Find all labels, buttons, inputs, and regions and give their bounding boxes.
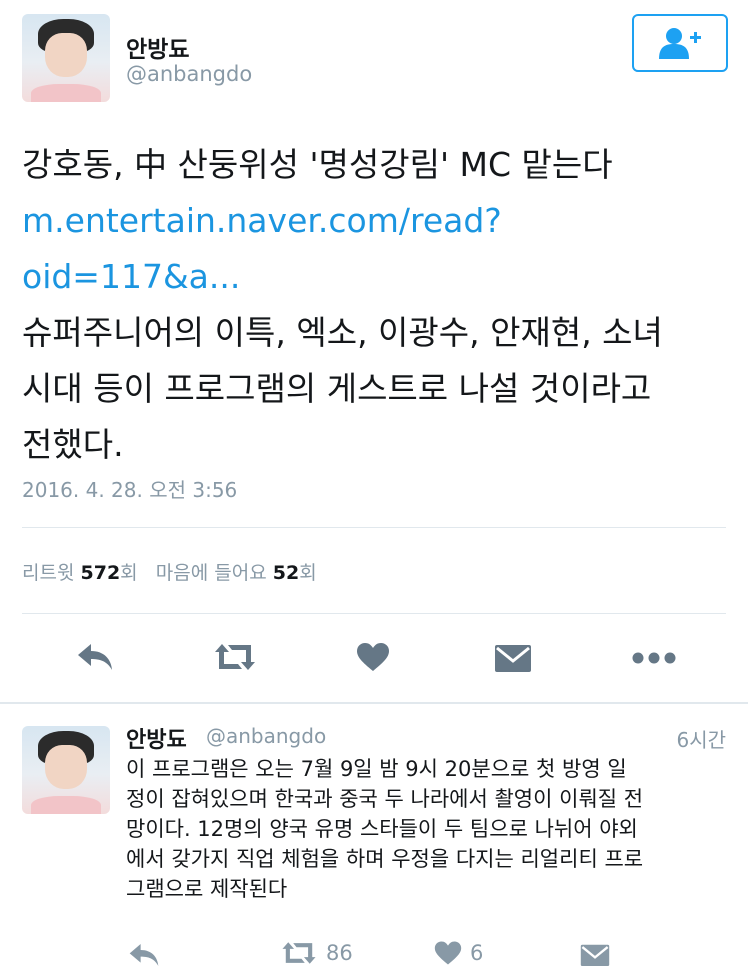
more-button[interactable] xyxy=(632,648,676,668)
tweet-text-line: 슈퍼주니어의 이특, 엑소, 이광수, 안재현, 소녀 xyxy=(22,313,663,352)
tweet-text-line: 강호동, 中 산둥위성 '명성강림' MC 맡는다 xyxy=(22,145,613,184)
section-separator xyxy=(0,702,748,704)
retweet-unit: 회 xyxy=(120,562,138,584)
divider xyxy=(22,613,726,614)
reply-time[interactable]: 6시간 xyxy=(676,724,726,753)
retweet-count[interactable]: 572 xyxy=(81,562,121,584)
tweet-timestamp: 2016. 4. 28. 오전 3:56 xyxy=(22,478,238,502)
heart-icon xyxy=(357,643,389,671)
like-button[interactable] xyxy=(356,642,390,672)
tweet-text-line: 시대 등이 프로그램의 게스트로 나설 것이라고 xyxy=(22,369,652,408)
reply-retweet-button[interactable]: 86 xyxy=(280,940,353,966)
reply-like-count: 6 xyxy=(470,941,484,965)
tweet-text-line: 전했다. xyxy=(22,425,124,464)
message-icon xyxy=(495,645,531,672)
like-label[interactable]: 마음에 들어요 xyxy=(156,562,267,584)
reply-user-handle[interactable]: @anbangdo xyxy=(206,724,326,748)
reply-text-line: 에서 갖가지 직업 체험을 하며 우정을 다지는 리얼리티 프로 xyxy=(126,847,644,871)
retweet-label[interactable]: 리트윗 xyxy=(22,562,74,584)
avatar[interactable] xyxy=(22,726,110,814)
reply-icon xyxy=(129,944,159,966)
retweet-icon xyxy=(282,942,316,964)
reply-text-line: 이 프로그램은 오는 7월 9일 밤 9시 20분으로 첫 방영 일 xyxy=(126,757,627,781)
message-button[interactable] xyxy=(494,642,532,674)
reply-icon xyxy=(78,644,112,670)
divider xyxy=(22,527,726,528)
tweet-text: 강호동, 中 산둥위성 '명성강림' MC 맡는다 m.entertain.na… xyxy=(22,137,722,473)
reply-text-line: 정이 잡혀있으며 한국과 중국 두 나라에서 촬영이 이뤄질 전 xyxy=(126,787,644,811)
reply-button[interactable] xyxy=(76,642,114,672)
reply-display-name[interactable]: 안방됴 xyxy=(126,722,187,754)
user-handle[interactable]: @anbangdo xyxy=(126,62,252,86)
more-icon xyxy=(632,652,676,664)
retweet-icon xyxy=(215,644,255,670)
tweet-stats: 리트윗 572회 마음에 들어요 52회 xyxy=(22,558,317,585)
follow-button[interactable] xyxy=(632,14,728,72)
tweet-link[interactable]: m.entertain.naver.com/read? xyxy=(22,193,722,249)
like-count[interactable]: 52 xyxy=(273,562,299,584)
add-user-icon xyxy=(659,28,701,59)
tweet-link[interactable]: oid=117&a... xyxy=(22,249,722,305)
reply-text-line: 그램으로 제작된다 xyxy=(126,877,288,901)
reply-message-button[interactable] xyxy=(580,942,610,968)
display-name[interactable]: 안방됴 xyxy=(126,30,189,64)
reply-reply-button[interactable] xyxy=(128,942,160,968)
retweet-button[interactable] xyxy=(212,642,258,672)
like-unit: 회 xyxy=(299,562,317,584)
reply-retweet-count: 86 xyxy=(326,941,353,965)
reply-like-button[interactable]: 6 xyxy=(434,940,483,966)
reply-text: 이 프로그램은 오는 7월 9일 밤 9시 20분으로 첫 방영 일 정이 잡혀… xyxy=(126,754,731,904)
reply-text-line: 망이다. 12명의 양국 유명 스타들이 두 팀으로 나뉘어 야외 xyxy=(126,817,638,841)
heart-icon xyxy=(434,941,462,965)
message-icon xyxy=(580,944,610,967)
avatar[interactable] xyxy=(22,14,110,102)
